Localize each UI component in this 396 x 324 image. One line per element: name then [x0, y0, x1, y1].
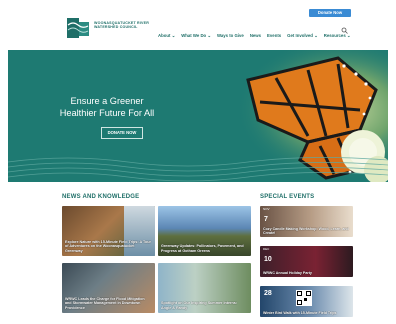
news-card[interactable]: WRWC Leads the Charge for Flood Mitigati… [62, 263, 155, 313]
news-card[interactable]: Greenway Updates: Pollinators, Pavement,… [158, 206, 251, 256]
hero-donate-button[interactable]: DONATE NOW [101, 127, 143, 139]
news-card-caption: WRWC Leads the Charge for Flood Mitigati… [65, 297, 145, 310]
news-card-caption: Spotlight on Our Inspiring Summer Intern… [161, 301, 238, 310]
donate-now-button[interactable]: Donate Now [309, 9, 351, 17]
logo[interactable] [66, 17, 92, 39]
hero-banner: Ensure a Greener Healthier Future For Al… [8, 50, 388, 182]
event-card[interactable]: NOV 7 Cozy Candle Making Workshop: Wood,… [260, 206, 353, 237]
event-day: 10 [264, 256, 272, 263]
news-card-caption: Explore Nature with 15-Minute Field Trip… [65, 240, 151, 253]
nav-events[interactable]: Events [267, 33, 281, 39]
event-caption: Cozy Candle Making Workshop: Wood, Learn… [263, 227, 349, 235]
main-nav: About ⌄ What We Do ⌄ Ways to Give News E… [158, 33, 351, 39]
news-card[interactable]: Explore Nature with 15-Minute Field Trip… [62, 206, 155, 256]
news-heading: NEWS AND KNOWLEDGE [62, 194, 140, 200]
event-month: NOV [263, 207, 270, 211]
nav-ways-to-give[interactable]: Ways to Give [217, 33, 244, 39]
event-month: DEC [263, 247, 270, 251]
nav-what-we-do[interactable]: What We Do ⌄ [181, 33, 211, 39]
event-card[interactable]: DEC 10 WRWC Annual Holiday Party [260, 246, 353, 277]
event-caption: WRWC Annual Holiday Party [263, 271, 312, 275]
news-card[interactable]: Spotlight on Our Inspiring Summer Intern… [158, 263, 251, 313]
logo-mark-icon [67, 18, 89, 38]
event-card[interactable]: 28 Winter Bird Walk with 15-Minute Field… [260, 286, 353, 317]
org-name: WOONASQUATUCKET RIVER WATERSHED COUNCIL [94, 21, 150, 30]
page: WOONASQUATUCKET RIVER WATERSHED COUNCIL … [8, 6, 388, 324]
site-header: WOONASQUATUCKET RIVER WATERSHED COUNCIL … [8, 6, 388, 50]
event-day: 28 [264, 290, 272, 297]
nav-get-involved[interactable]: Get Involved ⌄ [287, 33, 318, 39]
event-day: 7 [264, 216, 268, 223]
hero-title: Ensure a Greener Healthier Future For Al… [59, 96, 155, 118]
search-icon[interactable] [341, 21, 348, 34]
events-heading: SPECIAL EVENTS [260, 194, 315, 200]
event-caption: Winter Bird Walk with 15-Minute Field Tr… [263, 311, 337, 315]
news-card-caption: Greenway Updates: Pollinators, Pavement,… [161, 244, 244, 253]
nav-about[interactable]: About ⌄ [158, 33, 175, 39]
nav-news[interactable]: News [250, 33, 261, 39]
nav-resources[interactable]: Resources ⌄ [324, 33, 351, 39]
qr-code-icon [296, 290, 312, 306]
